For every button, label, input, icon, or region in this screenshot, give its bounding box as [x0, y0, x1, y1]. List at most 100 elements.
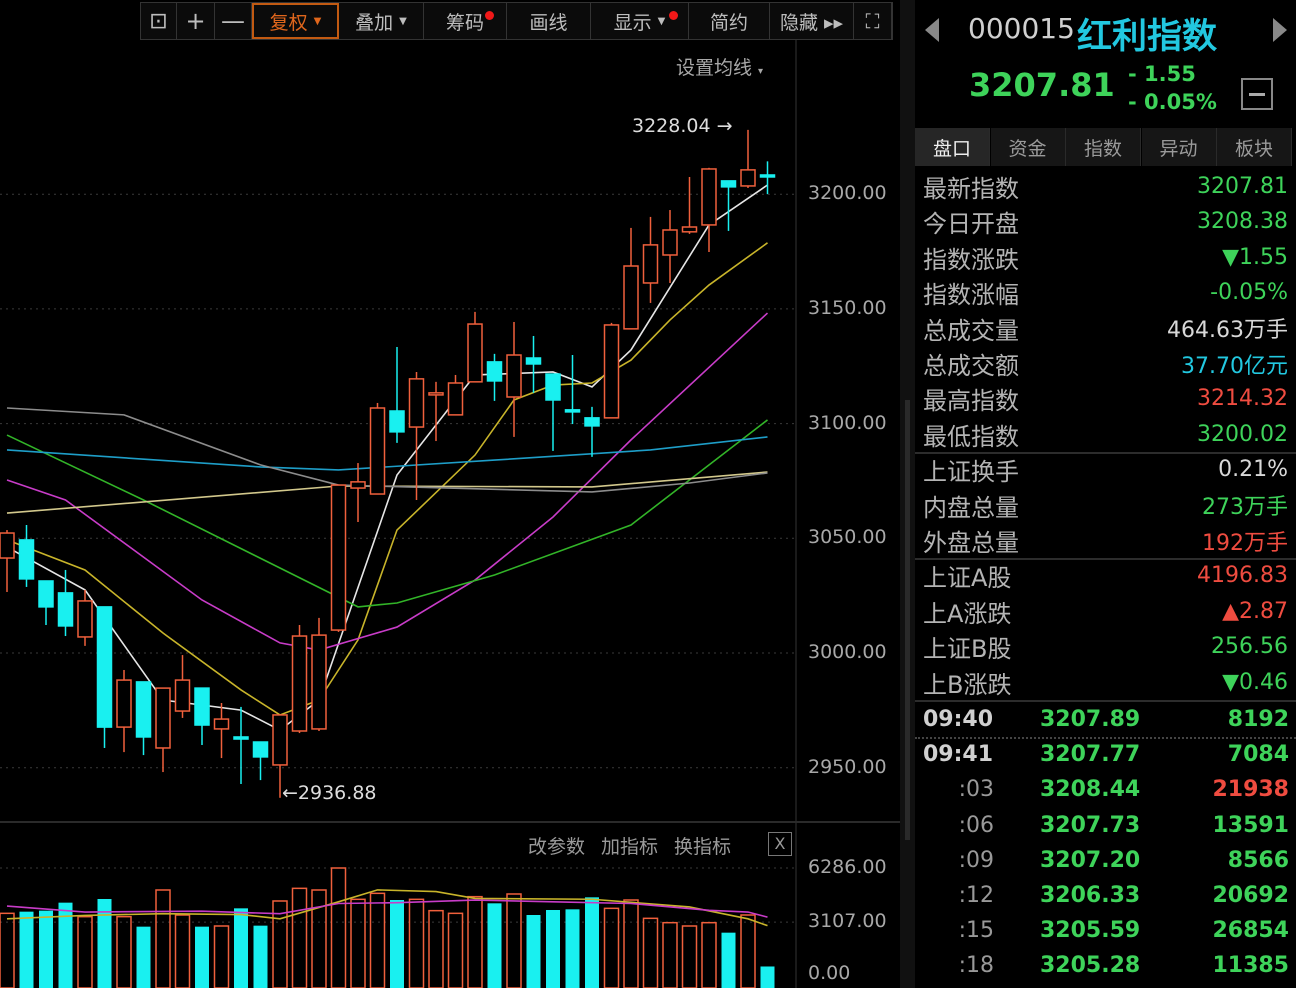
tab-2[interactable]: 指数	[1066, 128, 1141, 166]
tab-1[interactable]: 资金	[990, 128, 1066, 166]
candle-body	[545, 373, 561, 401]
tick-time: :09	[958, 847, 994, 873]
caret-down-icon: ▾	[758, 66, 764, 77]
tab-0[interactable]: 盘口	[915, 128, 990, 166]
display-button[interactable]: 显示 ▼	[591, 3, 689, 39]
tick-time: :15	[958, 918, 994, 944]
tick-volume: 7084	[1227, 742, 1289, 768]
zoom-in-button[interactable]: +	[177, 3, 215, 39]
candle-body	[272, 714, 288, 766]
stat-value: 464.63万手	[1167, 318, 1288, 344]
volume-bar	[585, 897, 599, 988]
tick-row: 09:41 3207.77 7084	[923, 738, 1289, 773]
candle-body	[467, 323, 483, 383]
panel-splitter[interactable]	[900, 0, 915, 988]
candle	[506, 321, 522, 437]
chart-toolbar: ⊡ + — 复权 ▼ 叠加 ▼ 筹码 画线 显示 ▼ 简约 隐藏 ▸▸ ⛶	[140, 2, 893, 40]
switch-indicator-button[interactable]: 换指标	[674, 832, 731, 859]
candle	[740, 129, 756, 189]
kline-chart[interactable]	[0, 0, 900, 988]
volume-bar	[390, 900, 404, 988]
volume-bar	[155, 889, 171, 988]
candle-body	[38, 580, 54, 608]
collapse-button[interactable]	[1241, 78, 1273, 110]
price-tick-label: 2950.00	[808, 755, 887, 778]
fuquan-button[interactable]: 复权 ▼	[252, 3, 339, 39]
next-stock-button[interactable]	[1273, 18, 1287, 42]
candle-body	[174, 679, 191, 712]
ma-setting-dropdown[interactable]: 设置均线 ▾	[676, 53, 763, 80]
volume-bar	[447, 912, 464, 988]
volume-bar	[467, 895, 483, 988]
candle	[194, 687, 210, 745]
candle	[623, 227, 639, 330]
tick-time: 09:41	[923, 742, 994, 768]
lock-button[interactable]: ⊡	[141, 3, 177, 39]
stat-label: 上证B股	[923, 635, 1012, 664]
volume-bar	[642, 917, 659, 988]
add-indicator-button[interactable]: 加指标	[601, 832, 658, 859]
chips-button[interactable]: 筹码	[424, 3, 507, 39]
draw-line-button-label: 画线	[529, 11, 568, 34]
close-volume-panel-button[interactable]: X	[768, 832, 792, 856]
draw-line-button[interactable]: 画线	[507, 3, 591, 39]
candle-body	[447, 382, 464, 416]
volume-vma5-line	[6, 889, 768, 927]
candle	[642, 216, 659, 303]
hide-button[interactable]: 隐藏 ▸▸	[770, 3, 854, 39]
fullscreen-button[interactable]: ⛶	[854, 3, 892, 39]
tick-row: :18 3205.28 11385	[923, 949, 1289, 984]
compact-button-label: 简约	[709, 11, 748, 34]
stat-row: 最高指数 3214.32	[923, 381, 1288, 416]
volume-bar	[369, 892, 386, 988]
volume-bar	[565, 909, 580, 988]
divider	[915, 558, 1296, 560]
caret-down-icon: ▼	[657, 15, 666, 27]
volume-bar	[662, 921, 678, 988]
tick-price: 3208.44	[1040, 777, 1141, 803]
tick-price: 3207.20	[1040, 847, 1141, 873]
overlay-button[interactable]: 叠加 ▼	[339, 3, 424, 39]
candle	[408, 371, 425, 500]
stat-row: 外盘总量 192万手	[923, 523, 1288, 558]
candle-body	[77, 600, 93, 638]
stat-row: 指数涨跌 ▼1.55	[923, 240, 1288, 275]
stat-value: 3200.02	[1197, 421, 1288, 447]
caret-down-icon: ▼	[399, 15, 407, 27]
candle-body	[623, 265, 639, 330]
volume-bar	[623, 899, 639, 988]
candle	[389, 346, 405, 443]
volume-bar	[350, 898, 366, 988]
tab-4[interactable]: 板块	[1217, 128, 1292, 166]
volume-bar	[116, 915, 132, 988]
volume-bar	[506, 893, 522, 988]
prev-stock-button[interactable]	[925, 18, 939, 42]
volume-bar	[330, 867, 347, 988]
volume-bar	[526, 914, 541, 988]
candle-body	[428, 392, 444, 396]
price-tick-label: 3050.00	[808, 526, 887, 549]
volume-bar	[234, 908, 248, 988]
candle	[350, 463, 366, 523]
stat-label: 指数涨幅	[923, 281, 1019, 310]
candle	[603, 322, 620, 419]
candle-body	[252, 741, 269, 758]
tab-3[interactable]: 异动	[1141, 128, 1217, 166]
zoom-out-button[interactable]: —	[215, 3, 252, 39]
unlock-icon: ⊡	[149, 8, 168, 34]
tick-row: :12 3206.33 20692	[923, 879, 1289, 914]
candle	[18, 524, 35, 587]
volume-bar	[77, 915, 93, 988]
stat-label: 上A涨跌	[923, 599, 1012, 628]
notification-dot-icon	[669, 11, 678, 20]
volume-bar	[760, 966, 775, 988]
candle-body	[408, 378, 425, 428]
compact-button[interactable]: 简约	[689, 3, 770, 39]
candle-body	[759, 174, 776, 178]
candle	[486, 353, 503, 401]
candle	[38, 580, 54, 626]
change-params-button[interactable]: 改参数	[528, 832, 585, 859]
quote-panel: 000015 红利指数 3207.81 - 1.55 - 0.05% 盘口 资金指…	[915, 0, 1296, 988]
hide-button-label: 隐藏 ▸▸	[779, 11, 844, 34]
candle	[233, 706, 249, 784]
